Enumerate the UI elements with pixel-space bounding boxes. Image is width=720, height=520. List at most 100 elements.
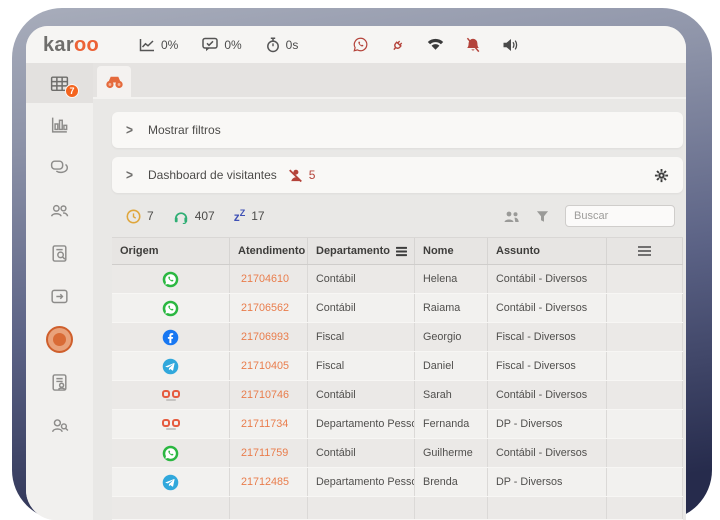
sidebar-item-campaigns[interactable] xyxy=(26,275,93,318)
table-row[interactable]: 21706993 Fiscal Georgio Fiscal - Diverso… xyxy=(112,323,683,352)
department-cell: Departamento Pessoal xyxy=(308,410,415,438)
name-cell: Daniel xyxy=(415,352,488,380)
search-input[interactable] xyxy=(565,205,675,227)
tab-visitors[interactable] xyxy=(97,66,131,97)
whatsapp-status-icon[interactable] xyxy=(352,36,369,53)
channel-cell xyxy=(112,468,230,496)
idle-count: 17 xyxy=(251,209,265,223)
visitors-dashboard-label: Dashboard de visitantes xyxy=(148,168,277,182)
content-area: > Mostrar filtros > Dashboard de visitan… xyxy=(93,99,686,520)
ticket-cell[interactable]: 21706562 xyxy=(230,294,308,322)
header-origem[interactable]: Origem xyxy=(112,238,230,264)
sidebar-item-chats[interactable] xyxy=(26,146,93,189)
stopwatch-icon xyxy=(266,37,280,53)
in-service-stat: 407 xyxy=(173,209,215,224)
whatsapp-icon xyxy=(162,300,179,317)
department-cell: Contábil xyxy=(308,294,415,322)
header-assunto[interactable]: Assunto xyxy=(488,238,607,264)
tab-strip xyxy=(93,63,686,99)
subject-cell: Contábil - Diversos xyxy=(488,265,607,293)
row-actions-cell xyxy=(607,323,683,351)
chevron-right-icon: > xyxy=(126,121,134,139)
row-actions-cell xyxy=(607,468,683,496)
binoculars-icon xyxy=(105,75,124,89)
connection-plug-icon[interactable] xyxy=(390,37,406,53)
notifications-muted-icon[interactable] xyxy=(465,37,481,53)
table-row-partial xyxy=(112,497,683,520)
table-header: Origem Atendimento Departamento Nome Ass… xyxy=(112,237,683,265)
table-row[interactable]: 21711759 Contábil Guilherme Contábil - D… xyxy=(112,439,683,468)
row-actions-cell xyxy=(607,265,683,293)
channel-cell xyxy=(112,439,230,467)
webchat-icon xyxy=(161,389,180,401)
whatsapp-icon xyxy=(162,445,179,462)
name-cell: Georgio xyxy=(415,323,488,351)
people-search-icon xyxy=(49,415,70,436)
gear-icon[interactable] xyxy=(654,168,669,183)
table-row[interactable]: 21706562 Contábil Raiama Contábil - Dive… xyxy=(112,294,683,323)
ticket-cell[interactable]: 21704610 xyxy=(230,265,308,293)
sidebar-item-supervision[interactable] xyxy=(26,404,93,447)
ticket-cell[interactable]: 21711759 xyxy=(230,439,308,467)
ticket-cell[interactable]: 21712485 xyxy=(230,468,308,496)
messages-value: 0% xyxy=(224,37,242,52)
agents-icon[interactable] xyxy=(503,210,520,223)
name-cell: Brenda xyxy=(415,468,488,496)
ticket-cell[interactable]: 21710405 xyxy=(230,352,308,380)
department-cell: Fiscal xyxy=(308,352,415,380)
sidebar-item-visitors-active[interactable] xyxy=(26,318,93,361)
header-departamento[interactable]: Departamento xyxy=(308,238,415,264)
users-icon xyxy=(49,200,70,221)
table-row[interactable]: 21712485 Departamento Pessoal Brenda DP … xyxy=(112,468,683,497)
column-menu-button[interactable] xyxy=(607,238,683,264)
table-row[interactable]: 21711734 Departamento Pessoal Fernanda D… xyxy=(112,410,683,439)
table-row[interactable]: 21710405 Fiscal Daniel Fiscal - Diversos xyxy=(112,352,683,381)
visitors-dashboard-expander[interactable]: > Dashboard de visitantes 5 xyxy=(112,157,683,193)
name-cell: Raiama xyxy=(415,294,488,322)
clock-icon xyxy=(126,209,141,224)
ticket-cell[interactable]: 21706993 xyxy=(230,323,308,351)
sidebar-item-reports[interactable] xyxy=(26,103,93,146)
department-filter-icon[interactable] xyxy=(396,246,407,257)
header-nome[interactable]: Nome xyxy=(415,238,488,264)
message-repeat-icon xyxy=(49,286,70,307)
ticket-cell[interactable]: 21711734 xyxy=(230,410,308,438)
subject-cell: Contábil - Diversos xyxy=(488,439,607,467)
in-service-count: 407 xyxy=(194,209,215,223)
department-cell: Contábil xyxy=(308,439,415,467)
telegram-icon xyxy=(162,474,179,491)
waiting-stat: 7 xyxy=(126,209,154,224)
filters-expander[interactable]: > Mostrar filtros xyxy=(112,112,683,148)
sidebar-item-history[interactable] xyxy=(26,232,93,275)
sidebar-item-agents[interactable] xyxy=(26,361,93,404)
speaker-icon[interactable] xyxy=(502,38,518,52)
line-chart-icon xyxy=(139,38,155,52)
sidebar-item-inbox[interactable]: 7 xyxy=(26,63,93,103)
topbar-stats: 0% 0% 0s xyxy=(139,37,298,53)
subject-cell: DP - Diversos xyxy=(488,410,607,438)
queue-toolbar: 7 407 zZ 17 xyxy=(112,202,683,230)
channel-cell xyxy=(112,352,230,380)
table-row[interactable]: 21710746 Contábil Sarah Contábil - Diver… xyxy=(112,381,683,410)
subject-cell: Fiscal - Diversos xyxy=(488,323,607,351)
visitor-lost-count: 5 xyxy=(308,168,316,182)
table-body: 21704610 Contábil Helena Contábil - Dive… xyxy=(112,265,683,497)
document-person-icon xyxy=(49,372,70,393)
name-cell: Fernanda xyxy=(415,410,488,438)
channel-cell xyxy=(112,410,230,438)
department-cell: Departamento Pessoal xyxy=(308,468,415,496)
filter-funnel-icon[interactable] xyxy=(536,210,549,223)
sidebar-item-contacts[interactable] xyxy=(26,189,93,232)
messages-stat: 0% xyxy=(202,37,242,52)
ticket-cell[interactable]: 21710746 xyxy=(230,381,308,409)
waiting-count: 7 xyxy=(147,209,154,223)
table-row[interactable]: 21704610 Contábil Helena Contábil - Dive… xyxy=(112,265,683,294)
subject-cell: Contábil - Diversos xyxy=(488,381,607,409)
channel-cell xyxy=(112,265,230,293)
row-actions-cell xyxy=(607,352,683,380)
channel-cell xyxy=(112,294,230,322)
header-atendimento[interactable]: Atendimento xyxy=(230,238,308,264)
subject-cell: DP - Diversos xyxy=(488,468,607,496)
bar-chart-icon xyxy=(49,114,70,135)
main-area: > Mostrar filtros > Dashboard de visitan… xyxy=(93,63,686,520)
